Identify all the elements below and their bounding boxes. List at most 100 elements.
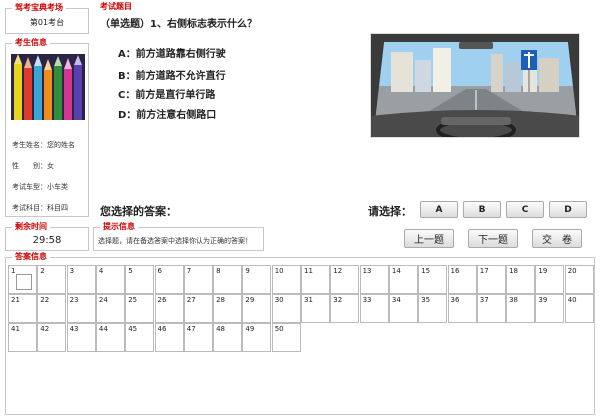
hint-panel: 提示信息 选择题，请在备选答案中选择你认为正确的答案！ <box>93 221 264 251</box>
answer-cell-number: 37 <box>479 296 489 304</box>
answer-cell-30[interactable]: 30 <box>271 294 301 323</box>
answer-cell-number: 28 <box>216 296 226 304</box>
answer-cell-45[interactable]: 45 <box>125 323 155 352</box>
answer-cell-27[interactable]: 27 <box>183 294 213 323</box>
answer-cell-12[interactable]: 12 <box>330 265 360 294</box>
answer-cell-10[interactable]: 10 <box>271 265 301 294</box>
answer-cell-2[interactable]: 2 <box>37 265 67 294</box>
answer-cell-49[interactable]: 49 <box>242 323 272 352</box>
answer-cell-19[interactable]: 19 <box>535 265 565 294</box>
answer-cell-26[interactable]: 26 <box>154 294 184 323</box>
answer-cell-22[interactable]: 22 <box>37 294 67 323</box>
submit-exam-button[interactable]: 交 卷 <box>532 229 582 248</box>
answer-cell-28[interactable]: 28 <box>213 294 243 323</box>
answer-cell-32[interactable]: 32 <box>330 294 360 323</box>
answer-cell-number: 45 <box>128 325 138 333</box>
answer-cell-25[interactable]: 25 <box>125 294 155 323</box>
answer-cell-14[interactable]: 14 <box>388 265 418 294</box>
candidate-car-row: 考试车型：小车类 <box>12 182 68 192</box>
exam-site-panel: 驾考宝典考场 第01考台 <box>5 2 89 34</box>
answer-cell-number: 49 <box>245 325 255 333</box>
answer-cell-31[interactable]: 31 <box>301 294 330 323</box>
answer-cell-number: 31 <box>304 296 313 304</box>
answer-cell-6[interactable]: 6 <box>154 265 184 294</box>
answer-cell-11[interactable]: 11 <box>301 265 330 294</box>
answer-cell-37[interactable]: 37 <box>476 294 506 323</box>
answer-cell-number: 32 <box>333 296 343 304</box>
option-b[interactable]: B：前方道路不允许直行 <box>118 67 226 82</box>
answer-cell-38[interactable]: 38 <box>506 294 536 323</box>
answer-cell-24[interactable]: 24 <box>95 294 125 323</box>
answer-cell-23[interactable]: 23 <box>66 294 96 323</box>
answer-cell-number: 22 <box>40 296 50 304</box>
answer-cell-number: 6 <box>157 267 162 275</box>
answer-cell-46[interactable]: 46 <box>154 323 184 352</box>
answer-cell-35[interactable]: 35 <box>418 294 448 323</box>
your-answer-label: 您选择的答案： <box>100 205 177 218</box>
answer-cell-1[interactable]: 1 <box>8 265 37 294</box>
answer-cell-number: 24 <box>98 296 108 304</box>
answer-cell-34[interactable]: 34 <box>388 294 418 323</box>
answer-cell-3[interactable]: 3 <box>66 265 96 294</box>
answer-cell-21[interactable]: 21 <box>8 294 37 323</box>
answer-cell-42[interactable]: 42 <box>37 323 67 352</box>
answer-cell-number: 36 <box>450 296 460 304</box>
answer-cell-number: 17 <box>479 267 489 275</box>
answer-cell-number: 3 <box>69 267 75 275</box>
answer-cell-number: 38 <box>509 296 519 304</box>
option-d[interactable]: D：前方注意右侧路口 <box>118 106 216 121</box>
prev-question-button[interactable]: 上一题 <box>404 229 454 248</box>
answer-cell-number: 29 <box>245 296 255 304</box>
answer-cell-36[interactable]: 36 <box>447 294 477 323</box>
answer-cell-number: 39 <box>538 296 548 304</box>
exam-site-title: 驾考宝典考场 <box>12 2 66 14</box>
answer-cell-number: 12 <box>333 267 343 275</box>
answer-cell-15[interactable]: 15 <box>418 265 448 294</box>
answer-cell-number: 15 <box>421 267 431 275</box>
answer-cell-43[interactable]: 43 <box>66 323 96 352</box>
answer-cell-48[interactable]: 48 <box>213 323 243 352</box>
candidate-info-title: 考生信息 <box>12 37 50 49</box>
answer-cell-20[interactable]: 20 <box>564 265 594 294</box>
answer-cell-number: 42 <box>40 325 50 333</box>
option-c[interactable]: C：前方是直行单行路 <box>118 86 215 101</box>
answer-cell-4[interactable]: 4 <box>95 265 125 294</box>
answer-cell-33[interactable]: 33 <box>359 294 389 323</box>
timer-panel: 剩余时间 29:58 <box>5 221 89 251</box>
answer-cell-7[interactable]: 7 <box>183 265 213 294</box>
choice-button-b[interactable]: B <box>463 201 501 218</box>
answer-cell-9[interactable]: 9 <box>242 265 272 294</box>
candidate-gender-row: 性 别：女 <box>12 161 54 171</box>
answer-cell-17[interactable]: 17 <box>476 265 506 294</box>
answer-cell-number: 50 <box>274 325 284 333</box>
choose-label: 请选择： <box>368 205 412 218</box>
choice-button-a[interactable]: A <box>420 201 458 218</box>
name-value: 您的姓名 <box>47 141 75 149</box>
answer-cell-number: 4 <box>98 267 104 275</box>
answer-cell-50[interactable]: 50 <box>271 323 301 352</box>
answer-cell-40[interactable]: 40 <box>564 294 594 323</box>
answer-cell-5[interactable]: 5 <box>125 265 155 294</box>
candidate-name-row: 考生姓名：您的姓名 <box>12 140 75 150</box>
answer-cell-number: 25 <box>128 296 138 304</box>
answer-cell-number: 41 <box>11 325 20 333</box>
option-a[interactable]: A：前方道路靠右侧行驶 <box>118 45 226 60</box>
choice-button-d[interactable]: D <box>549 201 587 218</box>
answer-cell-44[interactable]: 44 <box>95 323 125 352</box>
answer-cell-13[interactable]: 13 <box>359 265 389 294</box>
answer-cell-39[interactable]: 39 <box>535 294 565 323</box>
answer-cell-16[interactable]: 16 <box>447 265 477 294</box>
choice-button-c[interactable]: C <box>506 201 544 218</box>
answer-cell-number: 18 <box>509 267 519 275</box>
answer-cell-47[interactable]: 47 <box>183 323 213 352</box>
answer-cell-8[interactable]: 8 <box>213 265 243 294</box>
answer-cell-29[interactable]: 29 <box>242 294 272 323</box>
answer-cell-number: 35 <box>421 296 431 304</box>
answer-cell-18[interactable]: 18 <box>506 265 536 294</box>
question-text: （单选题）1、右侧标志表示什么？ <box>100 19 257 30</box>
next-question-button[interactable]: 下一题 <box>468 229 518 248</box>
answer-cell-41[interactable]: 41 <box>8 323 37 352</box>
question-panel-title: 考试题目 <box>97 1 135 13</box>
car-value: 小车类 <box>47 183 68 191</box>
answer-cell-number: 2 <box>40 267 45 275</box>
